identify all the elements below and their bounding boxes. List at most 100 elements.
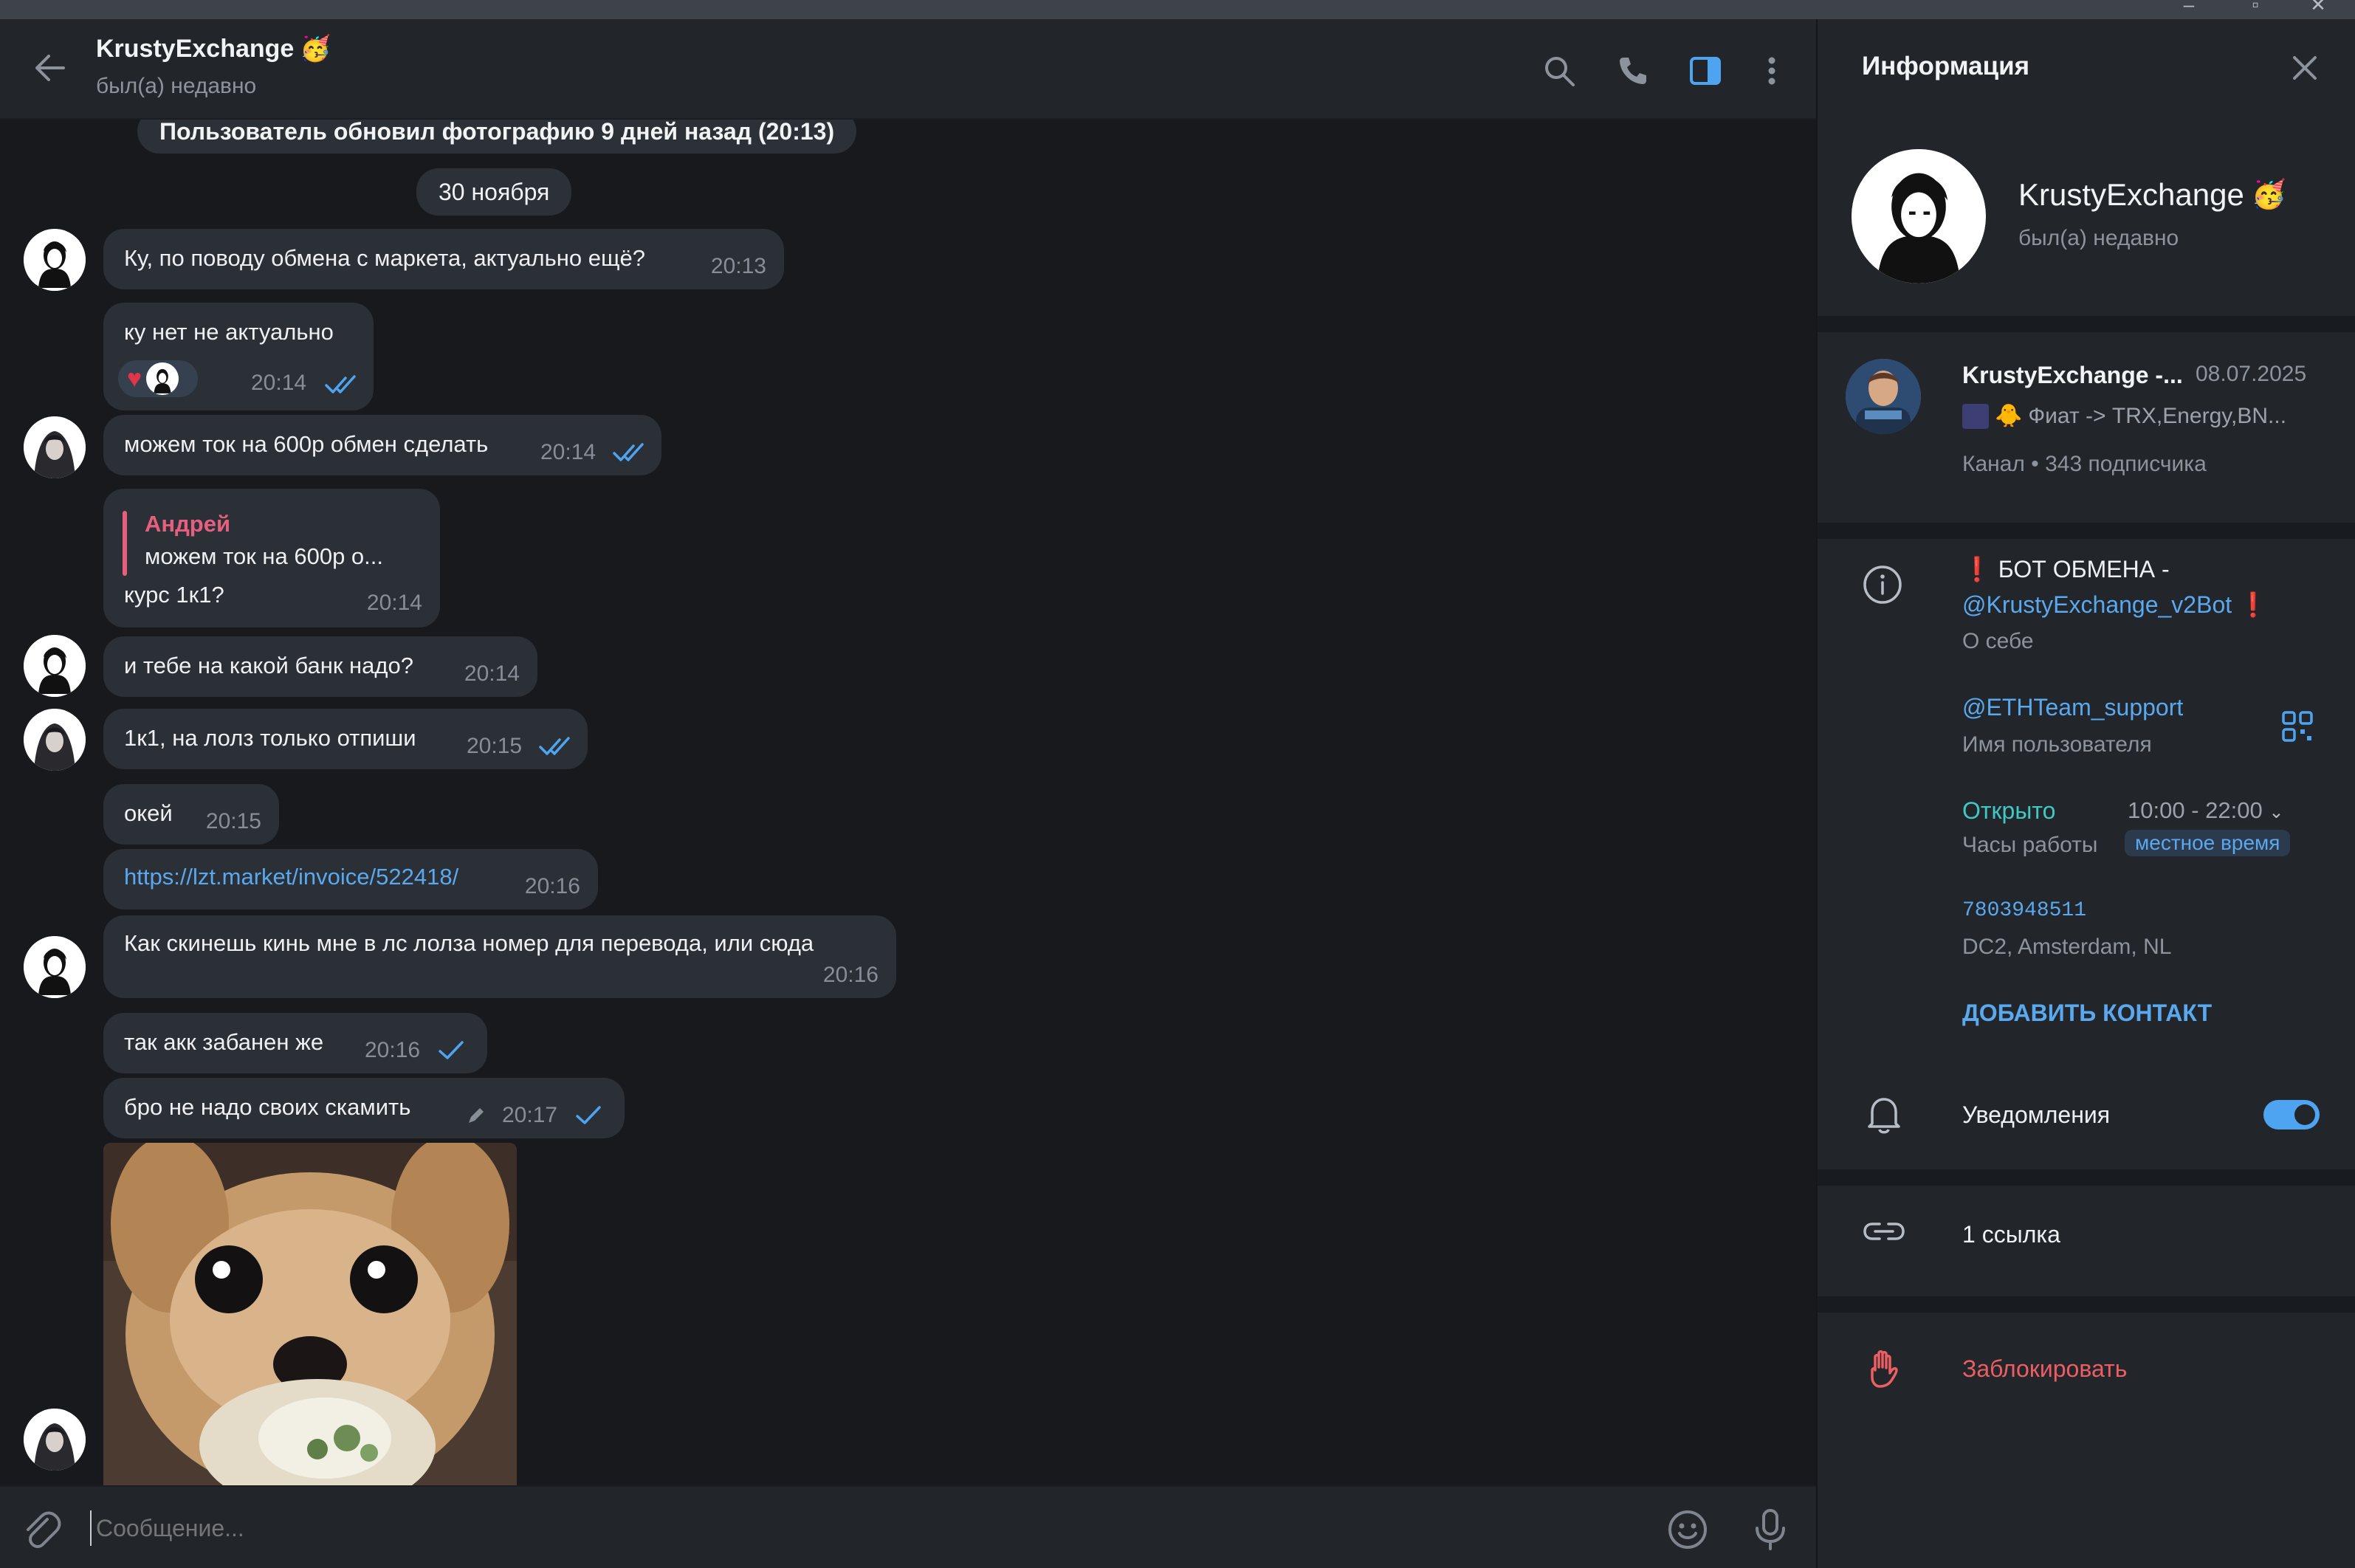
bot-link[interactable]: @KrustyExchange_v2Bot xyxy=(1962,591,2232,618)
avatar[interactable] xyxy=(24,635,86,697)
double-check-icon xyxy=(539,735,574,761)
hand-block-icon xyxy=(1865,1348,1903,1393)
block-button[interactable]: Заблокировать xyxy=(1962,1355,2127,1383)
reply-message-bubble[interactable]: Андрей можем ток на 600р о... курс 1к1? … xyxy=(103,489,440,627)
media-thumb-icon xyxy=(1962,403,1989,429)
section-divider xyxy=(1818,1296,2355,1313)
attach-icon[interactable] xyxy=(21,1509,62,1554)
channel-preview-text: Фиат -> TRX,Energy,BN... xyxy=(2028,403,2287,428)
avatar[interactable] xyxy=(24,229,86,291)
message-bubble[interactable]: так акк забанен же 20:16 xyxy=(103,1013,487,1073)
phone-icon[interactable] xyxy=(1612,50,1654,92)
section-divider xyxy=(1818,316,2355,332)
message-time: 20:14 xyxy=(540,440,597,464)
message-bubble[interactable]: можем ток на 600р обмен сделать 20:14 xyxy=(103,415,661,475)
message-bubble[interactable]: https://lzt.market/invoice/522418/ 20:16 xyxy=(103,849,598,909)
chat-title-text: KrustyExchange xyxy=(96,34,295,63)
phone-dc: DC2, Amsterdam, NL xyxy=(1962,935,2172,959)
message-bubble[interactable]: Ку, по поводу обмена с маркета, актуальн… xyxy=(103,229,784,289)
microphone-icon[interactable] xyxy=(1750,1507,1791,1555)
message-list[interactable]: Пользователь обновил фотографию 9 дней н… xyxy=(0,120,1816,1485)
message-text: Как скинешь кинь мне в лс лолза номер дл… xyxy=(124,930,814,956)
double-check-icon xyxy=(325,374,360,399)
notifications-toggle[interactable] xyxy=(2263,1100,2320,1129)
links-item[interactable]: 1 ссылка xyxy=(1962,1221,2060,1248)
username-label: Имя пользователя xyxy=(1962,732,2152,757)
maximize-icon[interactable]: ▫ xyxy=(2233,0,2277,15)
message-bubble[interactable]: ку нет не актуально ♥ 20:14 xyxy=(103,303,374,410)
message-text: и тебе на какой банк надо? xyxy=(124,653,413,678)
personal-channel[interactable]: KrustyExchange -... 08.07.2025 🐥 Фиат ->… xyxy=(1818,332,2355,526)
emoji-status-icon: 🥳 xyxy=(2251,179,2287,210)
message-bubble[interactable]: окей 20:15 xyxy=(103,784,279,845)
message-time: 20:16 xyxy=(365,1038,421,1062)
qr-code-icon[interactable] xyxy=(2281,710,2314,746)
channel-name: KrustyExchange -... xyxy=(1962,362,2183,388)
check-icon xyxy=(574,1104,604,1130)
hours-range[interactable]: 10:00 - 22:00 ⌄ xyxy=(2128,797,2283,824)
avatar[interactable] xyxy=(24,416,86,478)
chat-header: KrustyExchange 🥳 был(а) недавно xyxy=(0,19,1816,120)
profile-avatar[interactable] xyxy=(1852,149,1986,283)
section-divider xyxy=(1818,523,2355,539)
link-icon xyxy=(1862,1217,1906,1250)
message-time: 20:15 xyxy=(205,809,261,833)
back-arrow-icon[interactable] xyxy=(31,49,69,87)
reaction-badge[interactable]: ♥ xyxy=(118,360,198,397)
search-icon[interactable] xyxy=(1539,50,1580,92)
close-window-icon[interactable]: ✕ xyxy=(2296,0,2340,15)
chat-title[interactable]: KrustyExchange 🥳 xyxy=(96,34,331,63)
channel-date: 08.07.2025 xyxy=(2196,362,2307,386)
message-text: Ку, по поводу обмена с маркета, актуальн… xyxy=(124,245,645,271)
exclamation-icon: ❗ xyxy=(2238,591,2268,618)
message-text: бро не надо своих скамить xyxy=(124,1094,411,1120)
local-time-badge[interactable]: местное время xyxy=(2125,830,2291,856)
notifications-label: Уведомления xyxy=(1962,1101,2111,1128)
emoji-icon[interactable] xyxy=(1667,1509,1708,1554)
info-panel: Информация KrustyExchange 🥳 был(а) недав… xyxy=(1816,19,2355,1568)
photo-message[interactable] xyxy=(103,1143,517,1485)
reaction-avatar xyxy=(146,362,179,395)
message-time: 20:13 xyxy=(710,254,766,278)
avatar[interactable] xyxy=(24,936,86,998)
invoice-link[interactable]: https://lzt.market/invoice/522418/ xyxy=(124,864,458,890)
dog-photo xyxy=(103,1143,517,1485)
minimize-icon[interactable]: – xyxy=(2167,0,2211,15)
avatar[interactable] xyxy=(24,709,86,771)
exclamation-icon: ❗ xyxy=(1962,556,1992,582)
emoji-status-icon: 🥳 xyxy=(300,35,331,63)
info-circle-icon xyxy=(1862,564,1903,609)
message-text: окей xyxy=(124,800,173,826)
message-bubble[interactable]: Как скинешь кинь мне в лс лолза номер дл… xyxy=(103,915,896,998)
sidebar-toggle-icon[interactable] xyxy=(1685,50,1726,92)
hours-range-text: 10:00 - 22:00 xyxy=(2128,797,2263,823)
channel-avatar xyxy=(1846,359,1921,434)
message-text: можем ток на 600р обмен сделать xyxy=(124,431,489,457)
duck-emoji-icon: 🐥 xyxy=(1995,404,2023,428)
phone-number[interactable]: 7803948511 xyxy=(1962,899,2086,922)
hours-status: Открыто xyxy=(1962,797,2056,824)
avatar[interactable] xyxy=(24,1409,86,1471)
more-menu-icon[interactable] xyxy=(1751,50,1792,92)
message-bubble[interactable]: бро не надо своих скамить 20:17 xyxy=(103,1078,625,1138)
channel-meta: Канал • 343 подписчика xyxy=(1962,452,2207,476)
bio-link-line: @KrustyExchange_v2Bot ❗ xyxy=(1962,591,2268,619)
service-message: Пользователь обновил фотографию 9 дней н… xyxy=(137,120,857,154)
message-bubble[interactable]: и тебе на какой банк надо? 20:14 xyxy=(103,636,537,697)
chevron-down-icon: ⌄ xyxy=(2269,802,2284,822)
edited-pencil-icon xyxy=(465,1104,487,1130)
profile-name-text: KrustyExchange xyxy=(2018,177,2244,212)
message-time: 20:15 xyxy=(467,734,523,758)
chat-status: был(а) недавно xyxy=(96,74,257,98)
close-panel-icon[interactable] xyxy=(2290,53,2320,86)
double-check-icon xyxy=(613,441,648,467)
message-input[interactable] xyxy=(90,1510,1567,1546)
info-panel-title: Информация xyxy=(1862,52,2030,80)
reply-author[interactable]: Андрей xyxy=(145,511,230,537)
add-contact-button[interactable]: ДОБАВИТЬ КОНТАКТ xyxy=(1962,1000,2212,1027)
message-text: ку нет не актуально xyxy=(124,319,334,345)
message-bubble[interactable]: 1к1, на лолз только отпиши 20:15 xyxy=(103,709,588,769)
message-text: так акк забанен же xyxy=(124,1029,324,1055)
username-link[interactable]: @ETHTeam_support xyxy=(1962,694,2183,721)
reply-quote[interactable]: можем ток на 600р о... xyxy=(145,543,383,570)
